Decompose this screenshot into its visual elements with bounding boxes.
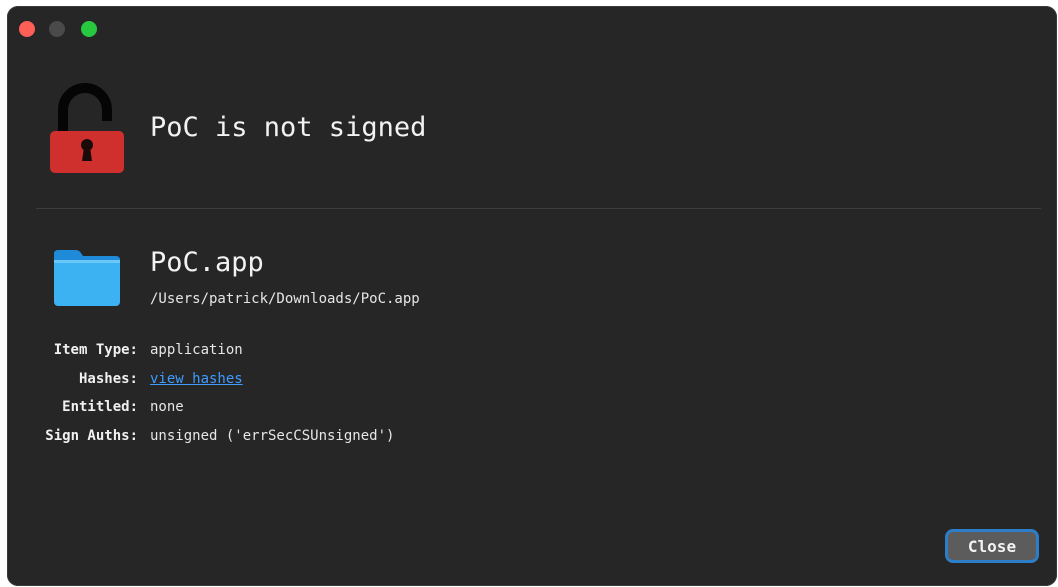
- signing-info-window: PoC is not signed PoC.app /Users/patrick…: [7, 6, 1057, 586]
- detail-label: Entitled:: [62, 399, 138, 416]
- view-hashes-link[interactable]: view hashes: [150, 365, 243, 394]
- signing-status-title: PoC is not signed: [150, 112, 427, 143]
- window-minimize-button[interactable]: [49, 21, 65, 37]
- item-path: /Users/patrick/Downloads/PoC.app: [150, 291, 420, 307]
- details-list: Item Type: application Hashes: view hash…: [7, 336, 394, 451]
- detail-label: Hashes:: [78, 370, 138, 387]
- detail-value: application: [150, 342, 243, 358]
- detail-label: Item Type:: [53, 342, 138, 358]
- window-zoom-button[interactable]: [81, 21, 97, 37]
- detail-value: unsigned ('errSecCSUnsigned'): [150, 428, 395, 445]
- close-button[interactable]: Close: [945, 529, 1039, 563]
- detail-row-entitled: Entitled: none: [7, 393, 394, 422]
- window-close-button[interactable]: [19, 21, 35, 37]
- detail-row-item-type: Item Type: application: [7, 336, 394, 365]
- detail-row-sign-auths: Sign Auths: unsigned ('errSecCSUnsigned'…: [7, 422, 394, 451]
- item-name: PoC.app: [150, 247, 264, 278]
- detail-label: Sign Auths:: [45, 428, 138, 445]
- unlocked-padlock-icon: [50, 83, 124, 173]
- detail-row-hashes: Hashes: view hashes: [7, 365, 394, 394]
- detail-value: none: [150, 399, 184, 416]
- folder-icon: [54, 250, 120, 306]
- divider: [36, 208, 1041, 209]
